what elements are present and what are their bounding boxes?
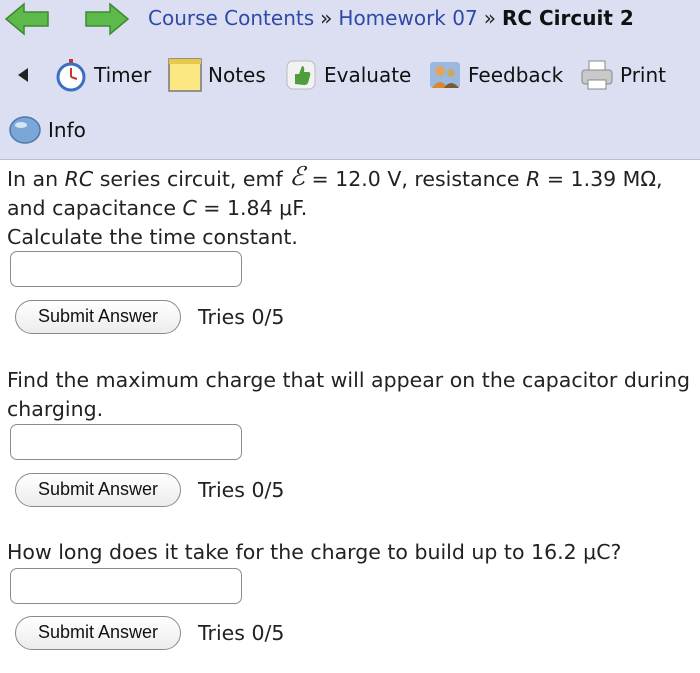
answer-2-input[interactable] — [10, 424, 242, 460]
problem-text: In an — [7, 167, 65, 191]
feedback-label: Feedback — [468, 63, 564, 87]
tries-3-counter: Tries 0/5 — [198, 621, 285, 645]
print-button[interactable]: Print — [580, 56, 666, 94]
tries-2-counter: Tries 0/5 — [198, 478, 285, 502]
problem-text: = 1.84 μF. — [196, 196, 308, 220]
feedback-button[interactable]: Feedback — [428, 56, 563, 94]
answer-3-input[interactable] — [10, 568, 242, 604]
stopwatch-icon — [56, 59, 86, 92]
printer-icon — [581, 60, 613, 90]
info-icon — [9, 116, 41, 144]
feedback-people-icon — [430, 62, 460, 88]
breadcrumb-separator: » — [320, 6, 333, 30]
question-3-text: How long does it take for the charge to … — [7, 540, 622, 564]
info-label: Info — [48, 118, 86, 142]
notepad-icon — [168, 58, 202, 92]
question-1-text: Calculate the time constant. — [7, 225, 298, 249]
tries-1-counter: Tries 0/5 — [198, 305, 285, 329]
submit-answer-3-button[interactable]: Submit Answer — [15, 616, 181, 650]
toolbar: Timer Notes Evaluate Feedback Print — [0, 52, 700, 98]
question-2-text: Find the maximum charge that will appear… — [7, 368, 690, 421]
back-arrow-icon[interactable] — [4, 2, 50, 36]
emf-symbol: ℰ — [289, 162, 305, 192]
collapse-toolbar-icon[interactable] — [18, 68, 28, 82]
breadcrumb: Course Contents» Homework 07» RC Circuit 2 — [148, 6, 634, 30]
answer-1-input[interactable] — [10, 251, 242, 287]
evaluate-thumb-icon — [286, 60, 316, 90]
breadcrumb-homework[interactable]: Homework 07 — [338, 6, 477, 30]
rc-symbol: RC — [64, 167, 94, 191]
problem-text: = 12.0 V, resistance — [304, 167, 527, 191]
print-label: Print — [620, 63, 667, 87]
problem-text: series circuit, emf — [93, 167, 290, 191]
timer-button[interactable]: Timer — [54, 56, 151, 94]
submit-answer-2-button[interactable]: Submit Answer — [15, 473, 181, 507]
capacitance-symbol: C — [182, 196, 197, 220]
notes-label: Notes — [208, 63, 266, 87]
breadcrumb-current: RC Circuit 2 — [501, 6, 634, 30]
breadcrumb-course-contents[interactable]: Course Contents — [148, 6, 314, 30]
breadcrumb-separator: » — [483, 6, 496, 30]
notes-button[interactable]: Notes — [168, 56, 266, 94]
info-button[interactable]: Info — [8, 112, 86, 148]
evaluate-button[interactable]: Evaluate — [284, 56, 411, 94]
problem-statement: In an RC series circuit, emf ℰ = 12.0 V,… — [7, 163, 695, 252]
timer-label: Timer — [94, 63, 152, 87]
forward-arrow-icon[interactable] — [84, 2, 130, 36]
evaluate-label: Evaluate — [324, 63, 412, 87]
resistance-symbol: R — [526, 167, 541, 191]
header-bar: Course Contents» Homework 07» RC Circuit 2… — [0, 0, 700, 160]
submit-answer-1-button[interactable]: Submit Answer — [15, 300, 181, 334]
